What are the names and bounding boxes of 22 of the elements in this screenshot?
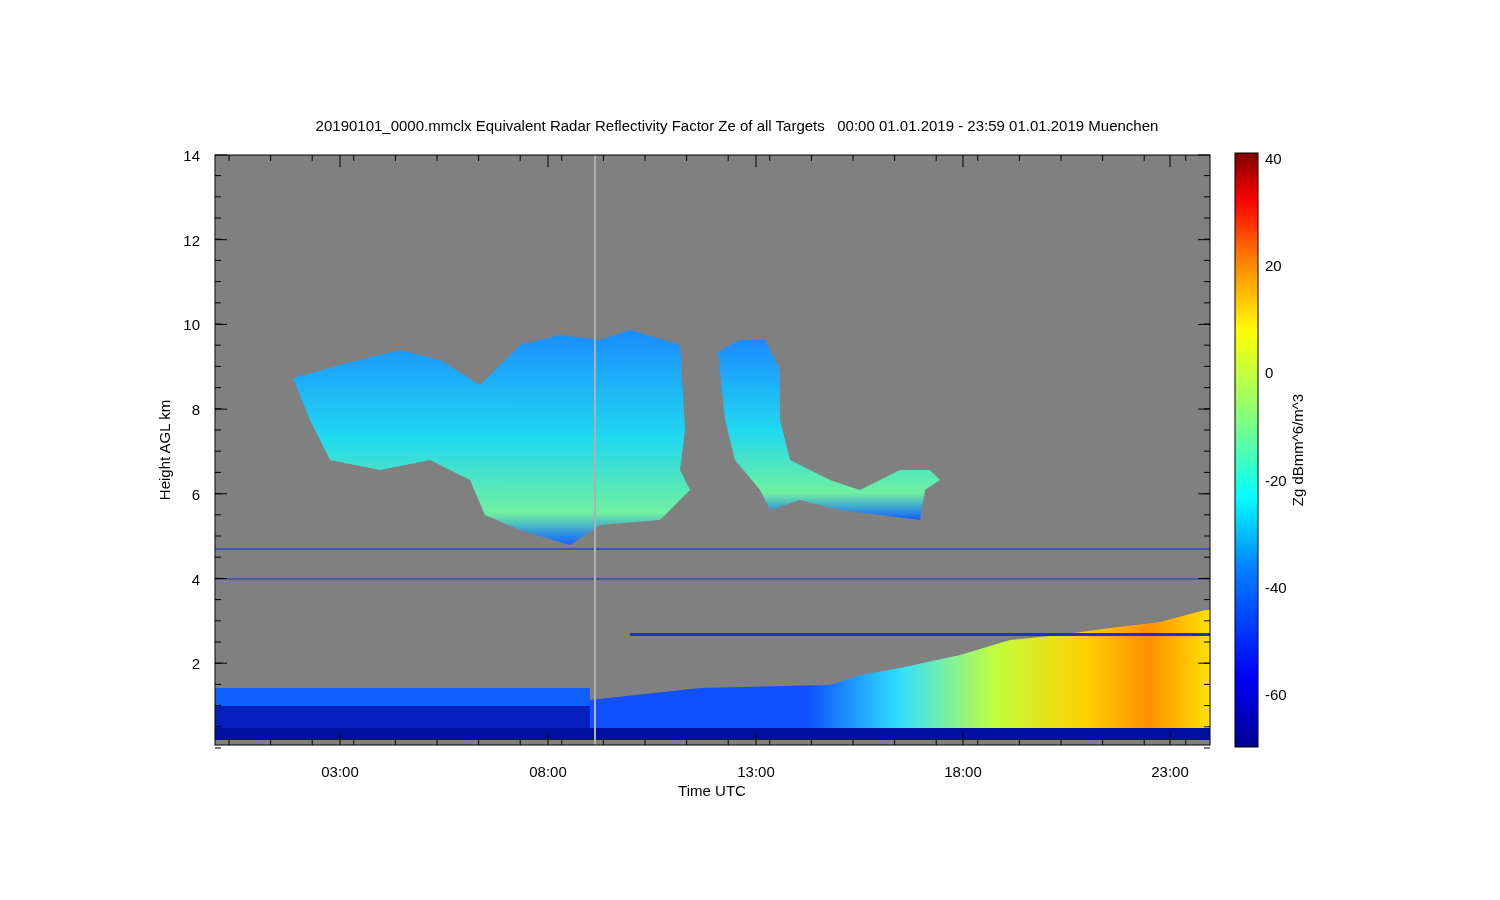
x-axis-label: Time UTC <box>678 782 746 799</box>
colorbar-tick-label: -20 <box>1265 471 1287 489</box>
colorbar-tick-label: 0 <box>1265 364 1274 382</box>
x-tick-label: 08:00 <box>529 763 567 780</box>
x-tick-label: 23:00 <box>1151 763 1189 780</box>
plot-title: 20190101_0000.mmclx Equivalent Radar Reflectivity Factor Ze of all Targets 00:00 01.01.2019 - 23:59 01.01.2019 Muenchen <box>315 117 1159 134</box>
y-tick-label: 6 <box>191 485 200 503</box>
colorbar-tick-label: 40 <box>1265 150 1282 167</box>
y-tick-label: 14 <box>183 147 200 164</box>
colorbar-tick-label: -40 <box>1265 578 1287 596</box>
x-tick-label: 13:00 <box>737 763 775 780</box>
y-axis-label: Height AGL km <box>156 399 173 501</box>
y-tick-label: 10 <box>183 316 200 334</box>
colorbar-tick-label: -60 <box>1265 686 1287 703</box>
y-tick-label: 8 <box>191 401 200 419</box>
x-tick-label: 18:00 <box>944 763 982 780</box>
x-tick-label: 03:00 <box>321 763 359 780</box>
colorbar-label: Zg dBmm^6/m^3 <box>1289 393 1306 507</box>
y-tick-label: 2 <box>191 655 200 673</box>
colorbar-tick-label: 20 <box>1265 257 1282 275</box>
y-tick-label: 4 <box>191 570 200 588</box>
y-tick-label: 12 <box>183 231 200 249</box>
